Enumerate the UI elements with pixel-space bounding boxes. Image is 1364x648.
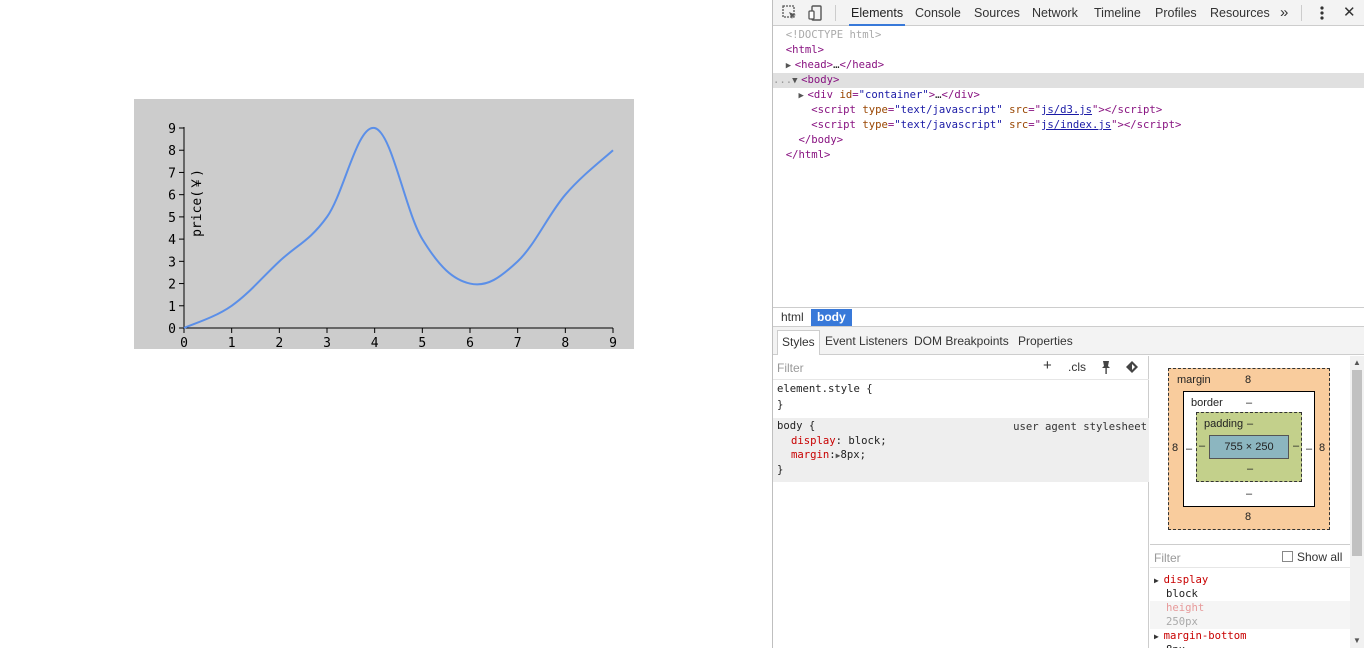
y-tick-label: 7 [168, 166, 176, 181]
tab-profiles[interactable]: Profiles [1153, 0, 1199, 26]
subtab-dom-breakpoints[interactable]: DOM Breakpoints [910, 330, 1013, 355]
devtools-panel: Elements Console Sources Network Timelin… [772, 0, 1364, 648]
dom-node-script-index[interactable]: <script type="text/javascript" src="js/i… [773, 118, 1364, 133]
tab-network[interactable]: Network [1030, 0, 1080, 26]
tab-sources[interactable]: Sources [972, 0, 1022, 26]
x-tick-label: 4 [371, 336, 379, 349]
styles-pane: Filter + .cls element.style { } body { u… [773, 356, 1149, 648]
x-tick-label: 9 [609, 336, 617, 349]
toggle-element-state-icon[interactable] [1124, 359, 1142, 377]
styles-filter-row: Filter + .cls [773, 356, 1149, 380]
subtab-event-listeners[interactable]: Event Listeners [821, 330, 912, 355]
close-icon[interactable]: ✕ [1341, 0, 1358, 26]
computed-scrollbar[interactable]: ▲ ▼ [1350, 356, 1364, 648]
computed-prop-height[interactable]: height [1150, 601, 1350, 615]
y-tick-label: 5 [168, 211, 176, 226]
breadcrumb-body[interactable]: body [811, 309, 852, 326]
tab-resources[interactable]: Resources [1208, 0, 1272, 26]
scroll-up-icon[interactable]: ▲ [1353, 358, 1361, 367]
computed-filter-row: Filter Show all [1150, 544, 1350, 568]
inspect-element-icon[interactable] [781, 4, 799, 22]
box-model-content[interactable]: 755 × 250 [1209, 435, 1289, 459]
y-tick-label: 6 [168, 189, 176, 204]
toolbar-separator [1301, 5, 1302, 21]
line-chart: 0 1 2 3 4 5 6 7 8 9 0 1 2 3 4 5 6 7 8 9 price(￥) [134, 99, 634, 349]
expand-triangle-icon: ▶ [1154, 576, 1164, 585]
css-prop-display[interactable]: display: block; [791, 434, 887, 449]
y-tick-label: 3 [168, 255, 176, 270]
dom-node-div[interactable]: ▶ <div id="container">…</div> [773, 88, 1364, 103]
breadcrumb: html body [773, 307, 1364, 327]
styles-subtabs: Styles Event Listeners DOM Breakpoints P… [773, 327, 1364, 355]
computed-filter-input[interactable]: Filter [1154, 551, 1181, 565]
dom-node-html[interactable]: <html> [773, 43, 1364, 58]
y-axis-label: price(￥) [190, 169, 205, 237]
computed-prop-margin-bottom[interactable]: ▶ margin-bottom [1154, 629, 1247, 644]
subtab-styles[interactable]: Styles [777, 330, 820, 355]
computed-value-margin-bottom: 8px [1166, 643, 1185, 648]
pin-icon[interactable] [1098, 359, 1116, 377]
script-src-link[interactable]: js/index.js [1041, 119, 1111, 131]
computed-prop-display[interactable]: ▶ display [1154, 573, 1208, 588]
script-src-link[interactable]: js/d3.js [1041, 104, 1092, 116]
body-ua-rule[interactable]: body { user agent stylesheet display: bl… [773, 418, 1149, 482]
x-tick-label: 7 [514, 336, 522, 349]
computed-pane: margin 8 8 8 8 border – – – – padding – … [1150, 356, 1364, 648]
expand-triangle-icon[interactable]: ▶ [799, 89, 808, 104]
x-tick-label: 5 [418, 336, 426, 349]
dom-node-html-close[interactable]: </html> [773, 148, 1364, 163]
computed-value-display: block [1166, 588, 1198, 600]
dom-doctype[interactable]: <!DOCTYPE html> [773, 28, 1364, 43]
x-tick-label: 0 [180, 336, 188, 349]
cls-button[interactable]: .cls [1068, 360, 1086, 374]
dom-node-body-close[interactable]: </body> [773, 133, 1364, 148]
y-tick-label: 8 [168, 144, 176, 159]
customize-menu-icon[interactable] [1313, 4, 1331, 22]
scroll-down-icon[interactable]: ▼ [1353, 636, 1361, 645]
expand-triangle-icon[interactable]: ▶ [786, 59, 795, 74]
show-all-label: Show all [1297, 550, 1343, 564]
dom-tree: <!DOCTYPE html> <html> ▶ <head>…</head> .… [773, 27, 1364, 307]
show-all-checkbox[interactable] [1282, 551, 1293, 562]
expand-triangle-icon: ▶ [1154, 632, 1164, 641]
page-viewport: 0 1 2 3 4 5 6 7 8 9 0 1 2 3 4 5 6 7 8 9 price(￥) [0, 0, 772, 648]
add-rule-button[interactable]: + [1043, 357, 1052, 374]
y-tick-label: 1 [168, 300, 176, 315]
scrollbar-thumb[interactable] [1352, 370, 1362, 556]
y-tick-label: 2 [168, 278, 176, 293]
tab-elements[interactable]: Elements [849, 0, 906, 26]
box-model-margin[interactable]: margin 8 8 8 8 border – – – – padding – … [1168, 368, 1330, 530]
x-tick-label: 3 [323, 336, 331, 349]
y-tick-label: 9 [168, 122, 176, 137]
x-tick-label: 1 [228, 336, 236, 349]
devtools-toolbar: Elements Console Sources Network Timelin… [773, 0, 1364, 26]
dom-node-head[interactable]: ▶ <head>…</head> [773, 58, 1364, 73]
x-tick-label: 8 [561, 336, 569, 349]
dom-node-script-d3[interactable]: <script type="text/javascript" src="js/d… [773, 103, 1364, 118]
breadcrumb-html[interactable]: html [775, 309, 810, 326]
element-style-rule[interactable]: element.style { } [773, 382, 1149, 416]
x-tick-label: 2 [275, 336, 283, 349]
device-mode-icon[interactable] [807, 4, 825, 22]
styles-filter-input[interactable]: Filter [777, 361, 804, 375]
more-tabs-icon[interactable]: » [1278, 0, 1290, 26]
computed-value-height: 250px [1150, 615, 1350, 629]
ua-stylesheet-label: user agent stylesheet [1013, 421, 1147, 433]
y-tick-label: 0 [168, 322, 176, 337]
collapse-triangle-icon[interactable]: ▼ [792, 74, 801, 89]
toolbar-separator [835, 5, 836, 21]
css-prop-margin[interactable]: margin:▶8px; [791, 448, 866, 463]
x-tick-label: 6 [466, 336, 474, 349]
box-model-padding[interactable]: padding – – – – 755 × 250 [1196, 412, 1302, 482]
y-tick-label: 4 [168, 233, 176, 248]
box-model-border[interactable]: border – – – – padding – – – – 755 × 250 [1183, 391, 1315, 507]
dom-node-body[interactable]: ...▼ <body> [773, 73, 1364, 88]
tab-timeline[interactable]: Timeline [1092, 0, 1143, 26]
tab-console[interactable]: Console [913, 0, 963, 26]
subtab-properties[interactable]: Properties [1014, 330, 1077, 355]
